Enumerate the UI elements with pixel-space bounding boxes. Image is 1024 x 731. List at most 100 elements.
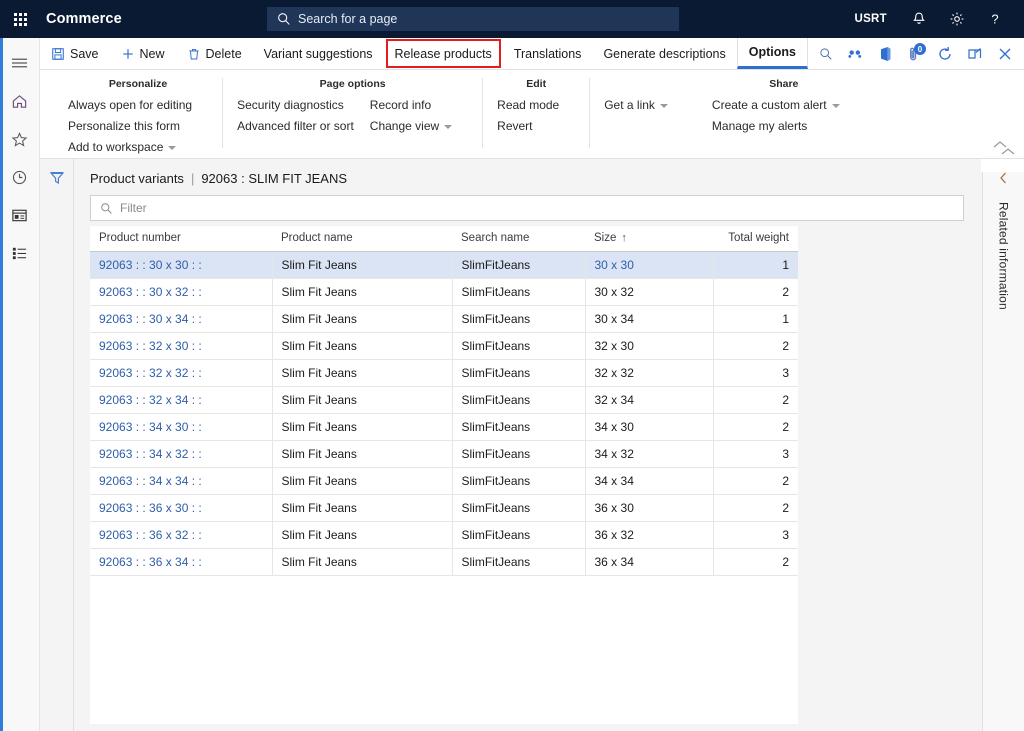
command-save[interactable]: Save [40,38,110,69]
table-row[interactable]: 92063 : : 36 x 34 : : Slim Fit Jeans Sli… [90,549,798,576]
table-row[interactable]: 92063 : : 34 x 34 : : Slim Fit Jeans Sli… [90,468,798,495]
recent-clock-icon[interactable] [0,158,40,196]
cell-product-number[interactable]: 92063 : : 32 x 34 : : [90,387,272,414]
content-collapse-chevron-icon[interactable] [1000,143,1016,161]
grid-body: 92063 : : 30 x 30 : : Slim Fit Jeans Sli… [90,252,798,576]
ribbon-action-pane: Personalize Always open for editing Pers… [40,70,1024,159]
column-header-size[interactable]: Size↑ [585,226,713,252]
command-translations[interactable]: Translations [503,38,593,69]
ribbon-item-change-view[interactable]: Change view [370,118,452,135]
ribbon-item-label: Get a link [604,97,655,114]
ribbon-item-create-a-custom-alert[interactable]: Create a custom alert [712,97,840,114]
app-launcher-icon[interactable] [0,0,40,38]
cell-product-number[interactable]: 92063 : : 30 x 32 : : [90,279,272,306]
command-release-products[interactable]: Release products [386,39,501,68]
cell-total-weight: 2 [713,495,798,522]
column-header-product-number[interactable]: Product number [90,226,272,252]
chevron-down-icon [168,146,176,150]
related-information-collapse-icon[interactable] [999,171,1008,190]
ribbon-item-record-info[interactable]: Record info [370,97,452,114]
ribbon-item-read-mode[interactable]: Read mode [497,97,559,114]
cell-product-name: Slim Fit Jeans [272,522,452,549]
plus-icon [121,47,135,61]
cell-product-name: Slim Fit Jeans [272,495,452,522]
table-row[interactable]: 92063 : : 32 x 30 : : Slim Fit Jeans Sli… [90,333,798,360]
cell-search-name: SlimFitJeans [452,306,585,333]
cell-product-number[interactable]: 92063 : : 36 x 34 : : [90,549,272,576]
grid-filter-input[interactable]: Filter [90,195,964,221]
ribbon-item-security-diagnostics[interactable]: Security diagnostics [237,97,354,114]
ribbon-item-label: Manage my alerts [712,118,807,135]
command-new[interactable]: New [110,38,176,69]
help-icon[interactable]: ? [976,0,1014,38]
cell-product-name: Slim Fit Jeans [272,414,452,441]
close-icon[interactable] [990,38,1020,70]
ribbon-item-advanced-filter-or-sort[interactable]: Advanced filter or sort [237,118,354,135]
ribbon-item-get-a-link[interactable]: Get a link [604,97,668,114]
ribbon-item-revert[interactable]: Revert [497,118,559,135]
cell-size: 34 x 30 [585,414,713,441]
column-header-product-name[interactable]: Product name [272,226,452,252]
command-new-label: New [140,47,165,61]
ribbon-item-personalize-this-form[interactable]: Personalize this form [68,118,192,135]
table-row[interactable]: 92063 : : 30 x 30 : : Slim Fit Jeans Sli… [90,252,798,279]
cell-product-number[interactable]: 92063 : : 32 x 30 : : [90,333,272,360]
grid-empty-space [90,576,798,724]
ribbon-item-label: Record info [370,97,431,114]
open-in-new-window-icon[interactable] [960,38,990,70]
command-generate-descriptions[interactable]: Generate descriptions [592,38,736,69]
gear-icon[interactable] [938,0,976,38]
table-row[interactable]: 92063 : : 36 x 32 : : Slim Fit Jeans Sli… [90,522,798,549]
cell-product-number[interactable]: 92063 : : 34 x 30 : : [90,414,272,441]
table-row[interactable]: 92063 : : 30 x 34 : : Slim Fit Jeans Sli… [90,306,798,333]
cell-product-number[interactable]: 92063 : : 34 x 32 : : [90,441,272,468]
refresh-icon[interactable] [930,38,960,70]
table-row[interactable]: 92063 : : 32 x 34 : : Slim Fit Jeans Sli… [90,387,798,414]
cell-search-name: SlimFitJeans [452,495,585,522]
office-apps-icon[interactable] [870,38,900,70]
global-search-box[interactable]: Search for a page [267,7,679,31]
table-row[interactable]: 92063 : : 30 x 32 : : Slim Fit Jeans Sli… [90,279,798,306]
ribbon-item-always-open-for-editing[interactable]: Always open for editing [68,97,192,114]
ribbon-item-manage-my-alerts[interactable]: Manage my alerts [712,118,840,135]
cell-product-number[interactable]: 92063 : : 32 x 32 : : [90,360,272,387]
cell-total-weight: 1 [713,306,798,333]
attachments-icon[interactable]: 0 [900,38,930,70]
cell-product-number[interactable]: 92063 : : 36 x 32 : : [90,522,272,549]
bell-icon[interactable] [900,0,938,38]
table-row[interactable]: 92063 : : 32 x 32 : : Slim Fit Jeans Sli… [90,360,798,387]
settings-dots-icon[interactable] [840,38,870,70]
modules-list-icon[interactable] [0,234,40,272]
table-row[interactable]: 92063 : : 34 x 30 : : Slim Fit Jeans Sli… [90,414,798,441]
ribbon-item-label: Advanced filter or sort [237,118,354,135]
ribbon-item-add-to-workspace[interactable]: Add to workspace [68,139,192,156]
command-variant-suggestions[interactable]: Variant suggestions [253,38,384,69]
cell-product-number[interactable]: 92063 : : 34 x 34 : : [90,468,272,495]
related-information-label[interactable]: Related information [997,202,1011,310]
command-delete[interactable]: Delete [176,38,253,69]
cell-search-name: SlimFitJeans [452,522,585,549]
cell-product-number[interactable]: 92063 : : 36 x 30 : : [90,495,272,522]
table-row[interactable]: 92063 : : 36 x 30 : : Slim Fit Jeans Sli… [90,495,798,522]
cell-size: 36 x 32 [585,522,713,549]
cell-size: 32 x 34 [585,387,713,414]
company-selector[interactable]: USRT [841,13,900,25]
cell-product-name: Slim Fit Jeans [272,468,452,495]
tab-options[interactable]: Options [737,38,808,69]
cell-product-number[interactable]: 92063 : : 30 x 30 : : [90,252,272,279]
top-navigation-bar: Commerce Search for a page USRT [0,0,1024,38]
command-release-products-label: Release products [395,47,492,61]
workspaces-icon[interactable] [0,196,40,234]
filter-pane-toggle[interactable] [40,159,74,731]
column-header-total-weight[interactable]: Total weight [713,226,798,252]
home-icon[interactable] [0,82,40,120]
hamburger-menu-icon[interactable] [0,44,40,82]
related-information-rail: Related information [982,159,1024,731]
favorites-star-icon[interactable] [0,120,40,158]
table-row[interactable]: 92063 : : 34 x 32 : : Slim Fit Jeans Sli… [90,441,798,468]
command-bar-search-icon[interactable] [808,38,844,69]
column-header-search-name[interactable]: Search name [452,226,585,252]
ribbon-group-page-options: Page options Security diagnostics Advanc… [222,78,482,148]
cell-product-number[interactable]: 92063 : : 30 x 34 : : [90,306,272,333]
cell-search-name: SlimFitJeans [452,468,585,495]
